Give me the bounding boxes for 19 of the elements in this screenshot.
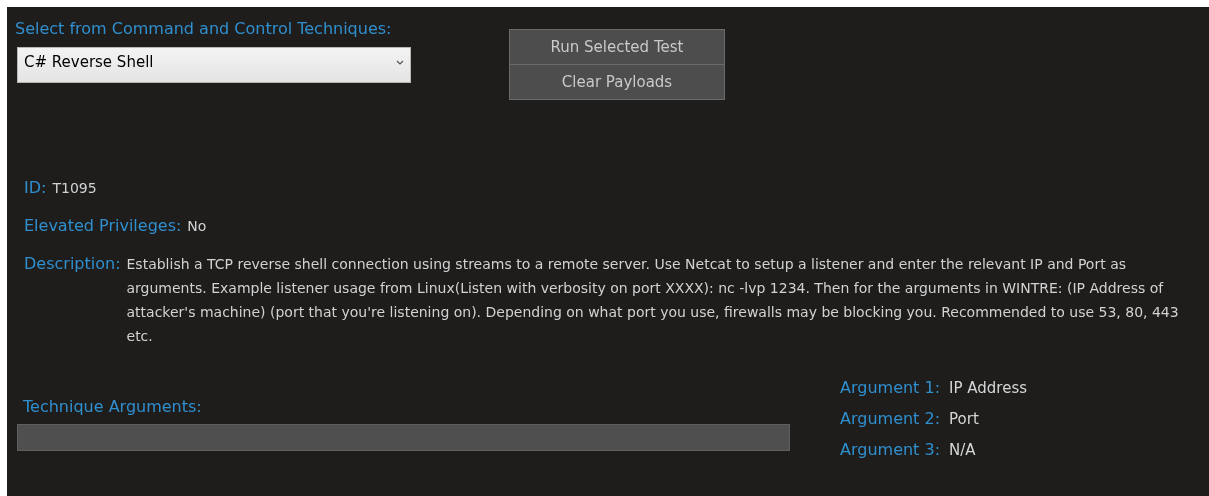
field-value: No bbox=[187, 217, 207, 236]
field-label: Elevated Privileges: bbox=[24, 216, 182, 235]
argument-label: Argument 3: bbox=[840, 440, 941, 459]
arguments-input-field[interactable] bbox=[17, 424, 790, 451]
select-label: Select from Command and Control Techniques: bbox=[15, 19, 393, 38]
field-label: ID: bbox=[24, 178, 47, 197]
field-label: Description: bbox=[24, 254, 121, 273]
action-button[interactable]: Run Selected Test bbox=[509, 29, 725, 65]
argument-label: Argument 1: bbox=[840, 378, 941, 397]
technique-dropdown[interactable]: C# Reverse Shell bbox=[17, 47, 411, 83]
arguments-label: Technique Arguments: bbox=[23, 397, 203, 416]
description-text: Establish a TCP reverse shell connection using streams to a remote server. Use Netcat to setup a listener and enter the relevant IP and Port as arguments. Example listener usage from Linux(Listen with verbosity on port XXXX): nc -lvp 1234. Then for the arguments in WINTRE: (IP Address of attacker's machine) (port that you're listening on). Depending on what port you use, firewalls may be blocking you. Recommended to use 53, 80, 443 etc. bbox=[126, 255, 1180, 346]
argument-value: N/A bbox=[949, 441, 977, 459]
argument-value: Port bbox=[949, 410, 980, 428]
argument-value: IP Address bbox=[949, 379, 1028, 397]
argument-label: Argument 2: bbox=[840, 409, 941, 428]
field-value: T1095 bbox=[52, 179, 97, 198]
action-button[interactable]: Clear Payloads bbox=[509, 64, 725, 100]
chevron-down-icon bbox=[396, 59, 404, 65]
